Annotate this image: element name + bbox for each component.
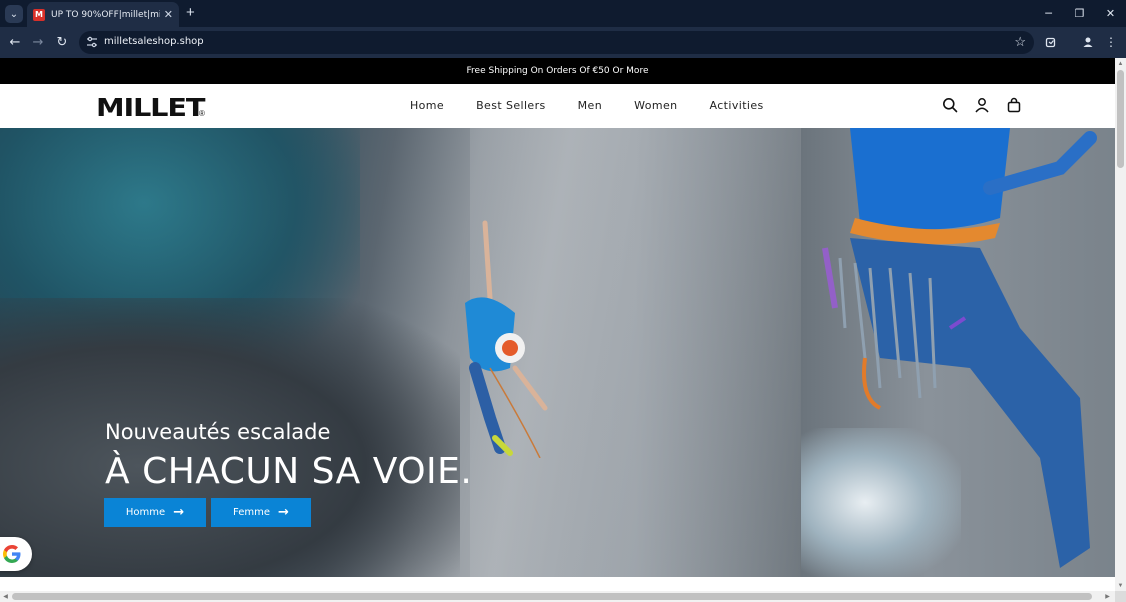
reload-button[interactable]: ↻ — [54, 34, 70, 50]
site-logo[interactable]: MILLET — [96, 93, 205, 122]
femme-button[interactable]: Femme → — [211, 498, 311, 527]
arrow-left-icon: ← — [9, 34, 21, 50]
new-tab-button[interactable]: + — [186, 4, 195, 21]
chevron-down-icon: ⌄ — [9, 8, 19, 20]
kebab-icon: ⋮ — [1105, 35, 1117, 49]
tune-icon[interactable] — [86, 36, 98, 48]
account-icon[interactable] — [974, 97, 990, 113]
scrollbar-corner — [1115, 591, 1126, 602]
climber-figure — [465, 220, 548, 458]
browser-toolbar: ← → ↻ milletsaleshop.shop ☆ ⋮ — [0, 27, 1126, 58]
plus-icon: + — [186, 4, 195, 21]
femme-button-label: Femme — [233, 507, 271, 518]
tab-search-button[interactable]: ⌄ — [5, 5, 23, 23]
nav-men[interactable]: Men — [578, 99, 602, 112]
browser-menu-button[interactable]: ⋮ — [1103, 34, 1119, 50]
close-window-button[interactable]: ✕ — [1095, 0, 1126, 27]
close-icon[interactable]: ✕ — [164, 8, 173, 21]
nav-women[interactable]: Women — [634, 99, 677, 112]
tab-title: UP TO 90%OFF|millet|millet m — [51, 9, 160, 20]
window-controls: ─ ❐ ✕ — [1033, 0, 1126, 27]
homme-button[interactable]: Homme → — [104, 498, 206, 527]
registered-mark: ® — [199, 109, 205, 118]
hero-banner: Nouveautés escalade À CHACUN SA VOIE. Ho… — [0, 128, 1115, 577]
cart-icon[interactable] — [1006, 97, 1022, 113]
puzzle-icon — [1045, 37, 1056, 48]
user-icon — [1083, 37, 1093, 47]
restore-icon: ❐ — [1074, 7, 1085, 20]
scroll-right-icon[interactable]: ▶ — [1104, 593, 1111, 600]
climber-gear-figure — [822, 128, 1097, 568]
browser-tab-strip: ⌄ M UP TO 90%OFF|millet|millet m ✕ + ─ ❐… — [0, 0, 1126, 27]
homme-button-label: Homme — [125, 507, 166, 518]
address-bar[interactable]: milletsaleshop.shop ☆ — [79, 31, 1034, 54]
scroll-left-icon[interactable]: ◀ — [2, 593, 9, 600]
vertical-scrollbar[interactable]: ▲ ▼ — [1115, 58, 1126, 591]
browser-tab-active[interactable]: M UP TO 90%OFF|millet|millet m ✕ — [27, 2, 179, 27]
nav-activities[interactable]: Activities — [710, 99, 764, 112]
url-text: milletsaleshop.shop — [104, 36, 204, 47]
restore-button[interactable]: ❐ — [1064, 0, 1095, 27]
announcement-bar: Free Shipping On Orders Of €50 Or More — [0, 58, 1115, 84]
back-button[interactable]: ← — [7, 34, 23, 50]
vertical-scroll-thumb[interactable] — [1117, 70, 1124, 168]
scroll-up-icon[interactable]: ▲ — [1117, 60, 1124, 67]
tab-favicon: M — [33, 8, 45, 21]
main-nav: Home Best Sellers Men Women Activities — [410, 99, 796, 112]
announcement-text: Free Shipping On Orders Of €50 Or More — [466, 66, 649, 76]
extensions-button[interactable] — [1043, 34, 1059, 50]
nav-best-sellers[interactable]: Best Sellers — [476, 99, 546, 112]
profile-button[interactable] — [1080, 34, 1096, 50]
reload-icon: ↻ — [56, 34, 68, 50]
nav-home[interactable]: Home — [410, 99, 444, 112]
arrow-right-icon: → — [173, 505, 185, 520]
star-icon[interactable]: ☆ — [1014, 34, 1026, 50]
arrow-right-icon: → — [32, 34, 44, 50]
arrow-right-icon: → — [278, 505, 289, 520]
site-header: MILLET ® Home Best Sellers Men Women Act… — [0, 84, 1115, 128]
hero-subtitle: Nouveautés escalade — [105, 420, 331, 444]
close-window-icon: ✕ — [1105, 7, 1116, 20]
horizontal-scrollbar[interactable]: ◀ ▶ — [0, 591, 1115, 602]
hero-title: À CHACUN SA VOIE. — [105, 451, 473, 492]
forward-button[interactable]: → — [30, 34, 46, 50]
minimize-icon: ─ — [1045, 7, 1052, 20]
horizontal-scroll-thumb[interactable] — [12, 593, 1092, 600]
minimize-button[interactable]: ─ — [1033, 0, 1064, 27]
google-icon — [3, 545, 21, 563]
web-page: Free Shipping On Orders Of €50 Or More M… — [0, 58, 1115, 591]
scroll-down-icon[interactable]: ▼ — [1117, 582, 1124, 589]
search-icon[interactable] — [942, 97, 958, 113]
